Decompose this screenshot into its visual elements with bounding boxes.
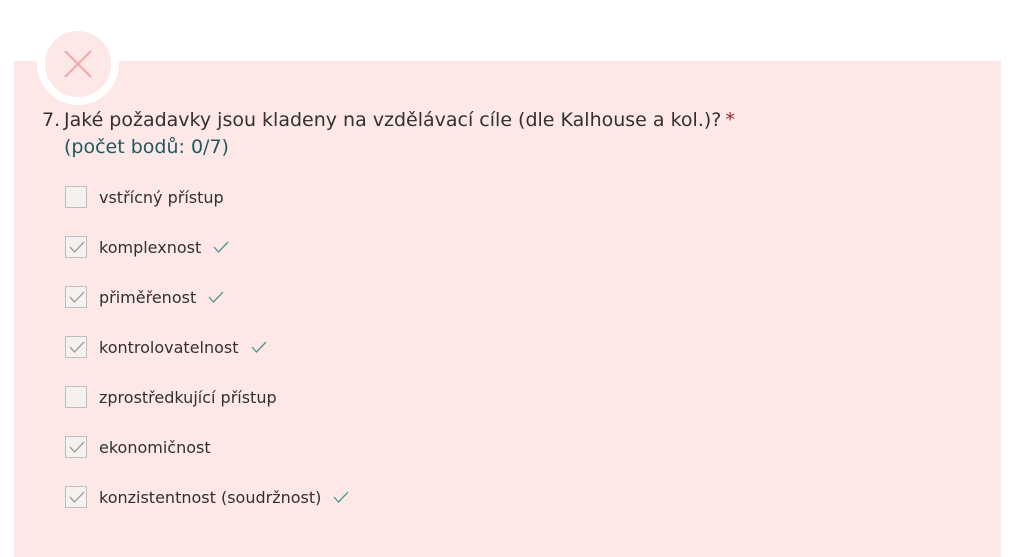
option-label: konzistentnost (soudržnost) — [99, 487, 322, 507]
option-label: komplexnost — [99, 237, 202, 257]
option-label: vstřícný přístup — [99, 187, 224, 207]
close-icon — [64, 50, 92, 78]
option-checkbox[interactable] — [65, 386, 87, 408]
checkmark-icon — [69, 241, 85, 254]
checkmark-icon — [69, 341, 85, 354]
option-2[interactable]: přiměřenost — [65, 285, 224, 309]
option-checkbox[interactable] — [65, 286, 87, 308]
checkmark-icon — [69, 291, 85, 304]
option-label: kontrolovatelnost — [99, 337, 239, 357]
correct-check-icon — [333, 491, 349, 503]
question-title: 7. Jaké požadavky jsou kladeny na vzděláv… — [42, 108, 735, 133]
option-label: zprostředkující přístup — [99, 387, 277, 407]
correct-check-icon — [251, 341, 267, 353]
option-label: přiměřenost — [99, 287, 197, 307]
checkmark-icon — [69, 441, 85, 454]
correct-check-icon — [208, 291, 224, 303]
question-number: 7. — [42, 109, 61, 131]
option-checkbox[interactable] — [65, 336, 87, 358]
option-5[interactable]: ekonomičnost — [65, 435, 211, 459]
incorrect-status-badge — [45, 31, 111, 97]
checkmark-icon — [69, 491, 85, 504]
quiz-result-page: 7. Jaké požadavky jsou kladeny na vzděláv… — [0, 0, 1020, 557]
question-text: Jaké požadavky jsou kladeny na vzdělávac… — [64, 109, 722, 131]
points-score: (počet bodů: 0/7) — [64, 136, 229, 158]
option-checkbox[interactable] — [65, 486, 87, 508]
option-0[interactable]: vstřícný přístup — [65, 185, 224, 209]
option-1[interactable]: komplexnost — [65, 235, 229, 259]
option-6[interactable]: konzistentnost (soudržnost) — [65, 485, 349, 509]
option-checkbox[interactable] — [65, 236, 87, 258]
option-3[interactable]: kontrolovatelnost — [65, 335, 267, 359]
option-label: ekonomičnost — [99, 437, 211, 457]
option-4[interactable]: zprostředkující přístup — [65, 385, 277, 409]
correct-check-icon — [213, 241, 229, 253]
option-checkbox[interactable] — [65, 186, 87, 208]
required-mark: * — [725, 109, 735, 131]
option-checkbox[interactable] — [65, 436, 87, 458]
